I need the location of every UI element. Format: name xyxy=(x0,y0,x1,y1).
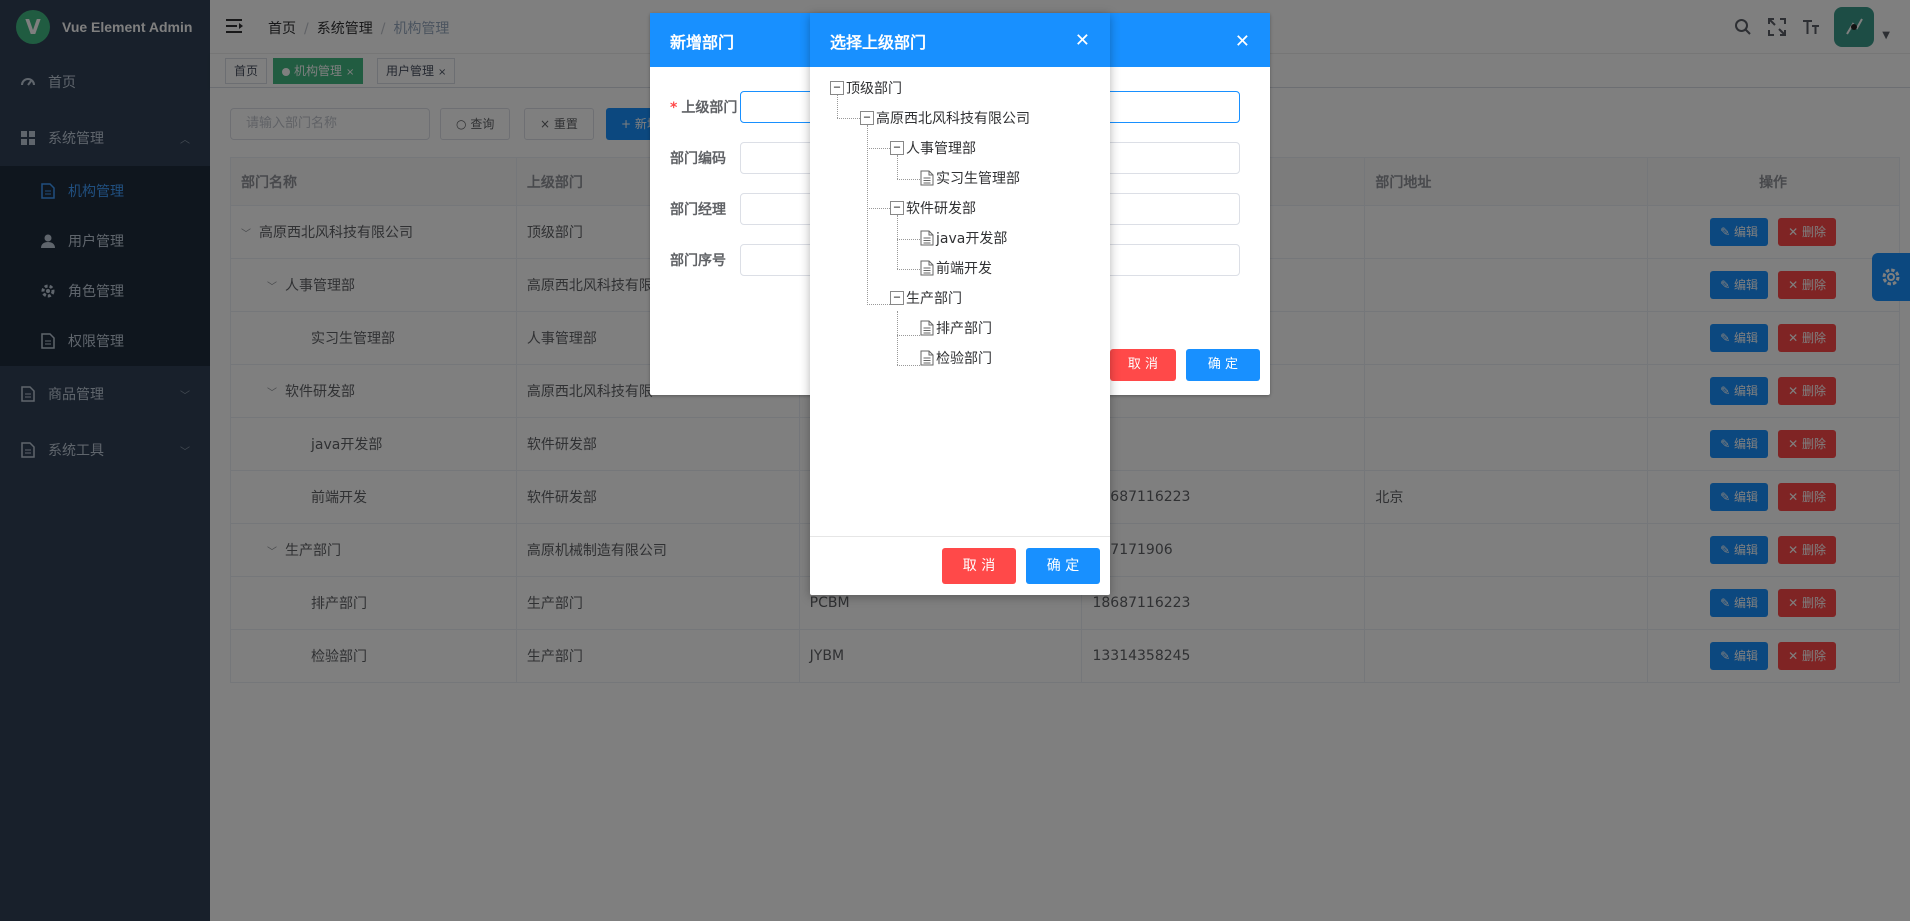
select-parent-dialog: 选择上级部门 ✕ − 顶级部门 − 高原西北风科技有限公司 − 人事管理部 实习生管理部 − 软… xyxy=(810,13,1110,595)
form-label: 部门经理 xyxy=(670,202,726,218)
tree-node[interactable]: 前端开发 xyxy=(920,257,992,279)
tree-node-label: 检验部门 xyxy=(936,351,992,367)
tree-node-label: 高原西北风科技有限公司 xyxy=(876,111,1030,127)
tree-connector xyxy=(897,335,920,336)
tree-node[interactable]: 实习生管理部 xyxy=(920,167,1020,189)
tree-connector xyxy=(897,179,920,180)
form-label-text: 上级部门 xyxy=(681,100,738,116)
tree-node-label: 排产部门 xyxy=(936,321,992,337)
tree-node[interactable]: − 生产部门 xyxy=(890,287,962,309)
tree-node[interactable]: 排产部门 xyxy=(920,317,992,339)
close-icon[interactable]: ✕ xyxy=(1075,30,1090,51)
tree-node-label: 生产部门 xyxy=(906,291,962,307)
tree-node-label: java开发部 xyxy=(936,231,1008,247)
tree-node[interactable]: 检验部门 xyxy=(920,347,992,369)
tree-node[interactable]: − 高原西北风科技有限公司 xyxy=(860,107,1030,129)
tree-connector xyxy=(897,311,898,365)
document-icon xyxy=(920,230,934,246)
tree-node-label: 顶级部门 xyxy=(846,81,902,97)
tree-connector xyxy=(867,304,890,305)
required-mark: * xyxy=(670,100,678,116)
tree-connector xyxy=(837,118,860,119)
tree-connector xyxy=(897,269,920,270)
cancel-button[interactable]: 取 消 xyxy=(1110,349,1176,381)
collapse-toggle-icon[interactable]: − xyxy=(860,111,874,125)
tree-node-label: 实习生管理部 xyxy=(936,171,1020,187)
collapse-toggle-icon[interactable]: − xyxy=(890,201,904,215)
tree-connector xyxy=(897,215,898,269)
cancel-button[interactable]: 取 消 xyxy=(942,548,1016,584)
document-icon xyxy=(920,320,934,336)
confirm-button[interactable]: 确 定 xyxy=(1186,349,1260,381)
tree-node[interactable]: − 软件研发部 xyxy=(890,197,976,219)
tree-connector xyxy=(897,365,920,366)
tree-connector xyxy=(867,125,868,305)
close-icon[interactable]: ✕ xyxy=(1235,31,1250,52)
form-label: 部门编码 xyxy=(670,151,726,167)
document-icon xyxy=(920,260,934,276)
tree-node-label: 前端开发 xyxy=(936,261,992,277)
tree-node[interactable]: − 人事管理部 xyxy=(890,137,976,159)
confirm-button[interactable]: 确 定 xyxy=(1026,548,1100,584)
collapse-toggle-icon[interactable]: − xyxy=(830,81,844,95)
tree-node[interactable]: java开发部 xyxy=(920,227,1007,249)
collapse-toggle-icon[interactable]: − xyxy=(890,291,904,305)
dialog-title: 选择上级部门 xyxy=(810,13,1110,67)
tree-connector xyxy=(867,148,890,149)
dialog-footer-divider xyxy=(810,536,1110,537)
tree-node-label: 软件研发部 xyxy=(906,201,976,217)
document-icon xyxy=(920,170,934,186)
tree-node[interactable]: − 顶级部门 xyxy=(830,77,902,99)
form-label: 部门序号 xyxy=(670,253,726,269)
form-label: * 上级部门 xyxy=(670,97,740,117)
document-icon xyxy=(920,350,934,366)
tree-connector xyxy=(897,239,920,240)
tree-node-label: 人事管理部 xyxy=(906,141,976,157)
tree-connector xyxy=(867,208,890,209)
collapse-toggle-icon[interactable]: − xyxy=(890,141,904,155)
